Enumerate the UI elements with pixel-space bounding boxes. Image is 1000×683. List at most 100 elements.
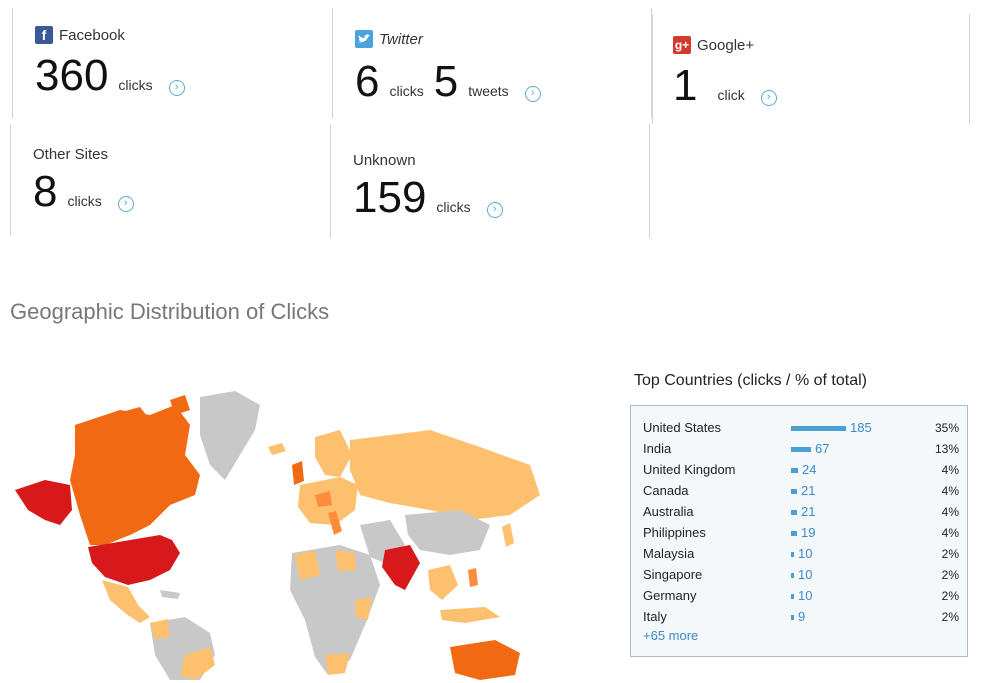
unknown-clicks-value: 159 — [353, 173, 427, 222]
country-pct: 2% — [941, 547, 959, 561]
country-bar — [791, 573, 794, 578]
map-caribbean — [160, 590, 180, 599]
map-india — [382, 545, 420, 590]
map-south-africa — [325, 653, 350, 675]
twitter-tweets-unit: tweets — [468, 83, 509, 99]
country-row[interactable]: Germany 10 2% — [643, 586, 959, 606]
country-count: 10 — [798, 588, 813, 603]
map-japan — [502, 523, 514, 547]
country-name: India — [643, 441, 672, 456]
country-count: 10 — [798, 567, 813, 582]
country-name: United States — [643, 420, 722, 435]
country-row[interactable]: Singapore 10 2% — [643, 565, 959, 585]
country-pct: 13% — [934, 442, 959, 456]
country-pct: 2% — [941, 568, 959, 582]
map-indonesia — [440, 607, 500, 623]
country-bar — [791, 531, 797, 536]
map-philippines — [468, 568, 478, 587]
map-east-africa — [355, 597, 372, 620]
country-name: United Kingdom — [643, 462, 736, 477]
unknown-clicks-unit: clicks — [436, 199, 471, 215]
country-row[interactable]: Canada 21 4% — [643, 481, 959, 501]
map-southeast-asia — [428, 565, 458, 600]
other-sites-clicks-unit: clicks — [67, 193, 102, 209]
geo-distribution-title: Geographic Distribution of Clicks — [10, 299, 330, 324]
map-alaska — [15, 480, 72, 525]
map-russia — [350, 430, 540, 520]
country-name: Malaysia — [643, 546, 695, 561]
country-name: Italy — [643, 609, 667, 624]
arrow-circle-right-icon[interactable]: › — [760, 89, 777, 106]
country-pct: 35% — [934, 421, 959, 435]
map-uk — [292, 461, 304, 485]
map-canada — [70, 405, 200, 545]
other-sites-label: Other Sites — [33, 146, 109, 163]
country-pct: 4% — [941, 463, 959, 477]
country-bar — [791, 468, 798, 473]
country-name: Germany — [643, 588, 697, 603]
country-bar — [791, 489, 797, 494]
twitter-tweets-value: 5 — [433, 57, 459, 106]
map-north-africa-b — [335, 550, 356, 571]
more-countries-link[interactable]: +65 more — [643, 628, 698, 643]
country-count: 19 — [801, 525, 816, 540]
arrow-circle-right-icon[interactable]: › — [486, 201, 503, 218]
country-name: Canada — [643, 483, 689, 498]
world-map[interactable] — [10, 385, 570, 680]
facebook-card: f Facebook 360 clicks › — [12, 8, 332, 118]
twitter-card: Twitter 6 clicks 5 tweets › — [332, 8, 652, 118]
map-iceland — [268, 443, 286, 455]
arrow-circle-right-icon[interactable]: › — [168, 79, 185, 96]
facebook-clicks-unit: clicks — [118, 77, 153, 93]
unknown-label: Unknown — [353, 152, 416, 169]
google-clicks-unit: click — [717, 87, 745, 103]
country-count: 21 — [801, 483, 816, 498]
country-row[interactable]: Malaysia 10 2% — [643, 544, 959, 564]
google-plus-icon: g+ — [673, 36, 691, 54]
country-bar — [791, 594, 794, 599]
country-name: Philippines — [643, 525, 706, 540]
country-row[interactable]: Philippines 19 4% — [643, 523, 959, 543]
country-count: 24 — [802, 462, 817, 477]
country-count: 21 — [801, 504, 816, 519]
google-label: Google+ — [697, 36, 755, 54]
other-sites-clicks-value: 8 — [33, 167, 58, 216]
twitter-clicks-unit: clicks — [389, 83, 424, 99]
google-card: g+ Google+ 1 click › — [652, 14, 970, 124]
other-sites-card: Other Sites 8 clicks › — [10, 124, 330, 236]
country-pct: 2% — [941, 589, 959, 603]
facebook-icon: f — [35, 26, 53, 44]
arrow-circle-right-icon[interactable]: › — [117, 195, 134, 212]
country-name: Australia — [643, 504, 694, 519]
map-mexico — [102, 580, 150, 623]
country-row[interactable]: Italy 9 2% — [643, 607, 959, 627]
country-count: 185 — [850, 420, 872, 435]
country-row[interactable]: United States 185 35% — [643, 418, 959, 438]
map-scandinavia — [315, 430, 352, 477]
top-countries-title: Top Countries (clicks / % of total) — [634, 372, 867, 389]
arrow-circle-right-icon[interactable]: › — [524, 85, 541, 102]
map-australia — [450, 640, 520, 680]
twitter-icon — [355, 30, 373, 48]
country-count: 9 — [798, 609, 806, 624]
country-row[interactable]: India 67 13% — [643, 439, 959, 459]
unknown-card: Unknown 159 clicks › — [330, 124, 650, 238]
country-bar — [791, 552, 794, 557]
facebook-clicks-value: 360 — [35, 51, 109, 100]
country-count: 67 — [815, 441, 830, 456]
top-countries-table: United States 185 35% India 67 13% United King… — [630, 405, 968, 657]
country-row[interactable]: Australia 21 4% — [643, 502, 959, 522]
facebook-label: Facebook — [59, 26, 125, 44]
twitter-label: Twitter — [379, 30, 423, 48]
google-clicks-value: 1 — [673, 61, 698, 110]
map-greenland — [200, 391, 260, 480]
country-bar — [791, 510, 797, 515]
country-count: 10 — [798, 546, 813, 561]
country-bar — [791, 426, 846, 431]
country-row[interactable]: United Kingdom 24 4% — [643, 460, 959, 480]
country-pct: 4% — [941, 484, 959, 498]
country-pct: 4% — [941, 505, 959, 519]
country-pct: 2% — [941, 610, 959, 624]
country-bar — [791, 615, 794, 620]
country-name: Singapore — [643, 567, 703, 582]
